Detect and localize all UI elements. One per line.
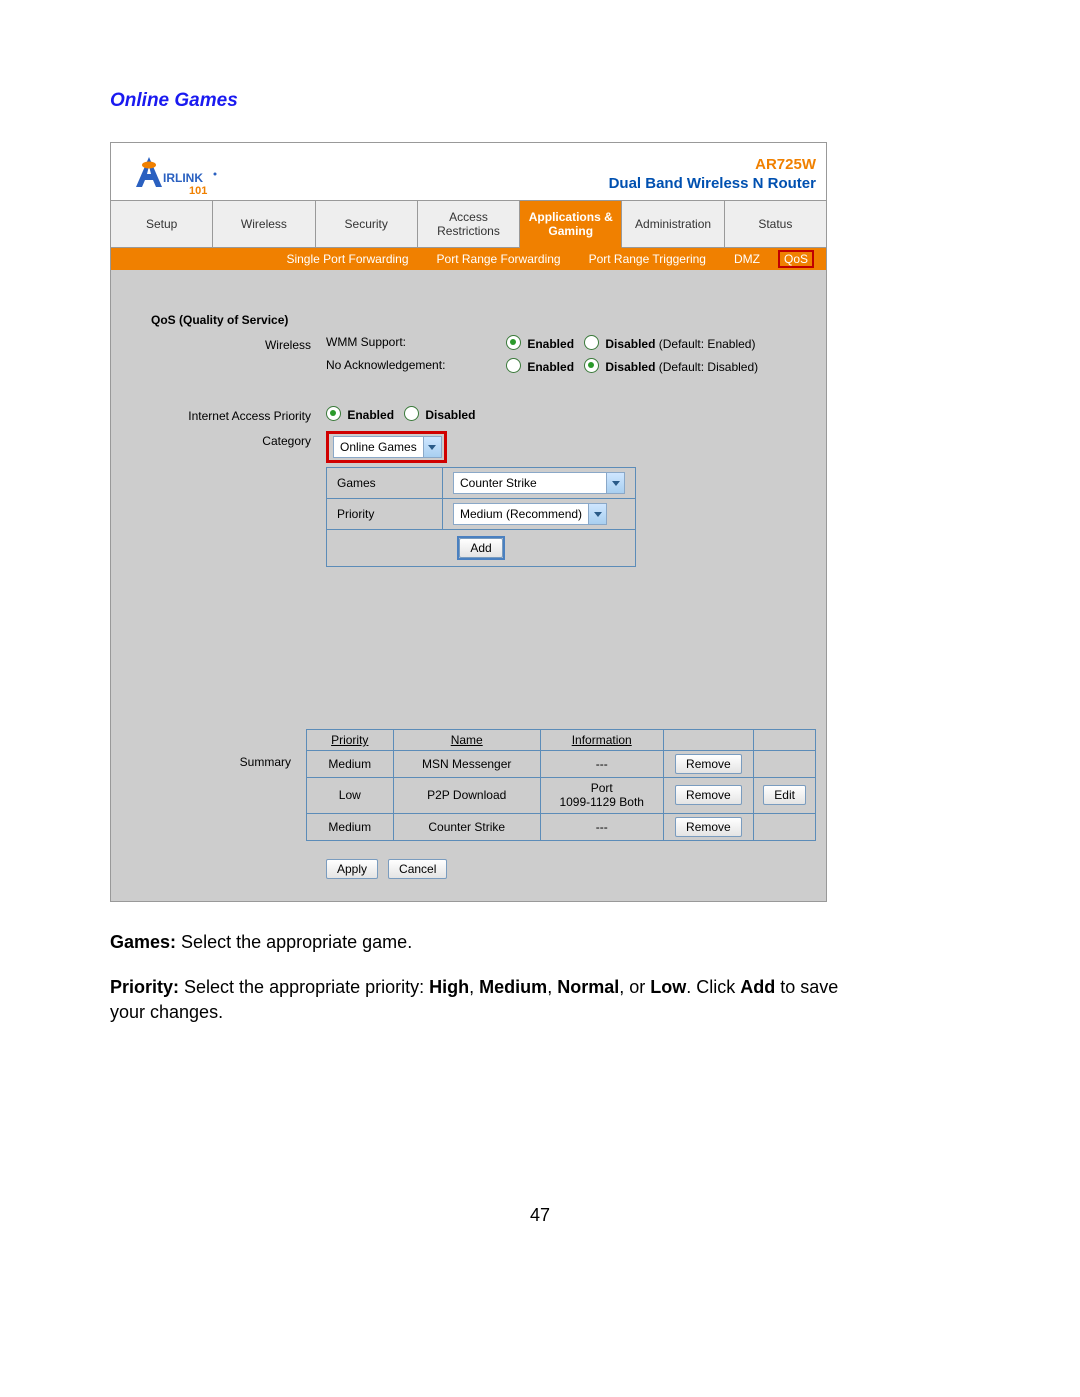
add-button[interactable]: Add bbox=[459, 538, 502, 558]
sep: , bbox=[547, 977, 557, 997]
subnav-qos[interactable]: QoS bbox=[778, 250, 814, 268]
col-name: Name bbox=[393, 730, 540, 751]
remove-button[interactable]: Remove bbox=[675, 817, 742, 837]
cell-priority: Low bbox=[307, 778, 394, 814]
priority-low: Low bbox=[650, 977, 686, 997]
section-title: QoS (Quality of Service) bbox=[151, 313, 288, 327]
cell-name: P2P Download bbox=[393, 778, 540, 814]
subnav-port-range-trig[interactable]: Port Range Triggering bbox=[589, 252, 706, 266]
product-tagline: Dual Band Wireless N Router bbox=[609, 174, 816, 194]
priority-value: Medium (Recommend) bbox=[454, 507, 588, 521]
tab-applications-gaming[interactable]: Applications & Gaming bbox=[520, 201, 622, 248]
main-tabs: Setup Wireless Security Access Restricti… bbox=[111, 200, 826, 248]
summary-table: Priority Name Information Medium MSN Mes… bbox=[306, 729, 816, 841]
noack-enabled-radio[interactable] bbox=[506, 358, 521, 373]
wmm-enabled-text: Enabled bbox=[527, 337, 574, 351]
iap-enabled-text: Enabled bbox=[347, 408, 394, 422]
chevron-down-icon bbox=[423, 437, 441, 457]
priority-desc-text: Select the appropriate priority: bbox=[179, 977, 429, 997]
sep: , bbox=[469, 977, 479, 997]
chevron-down-icon bbox=[606, 473, 624, 493]
cell-priority: Medium bbox=[307, 751, 394, 778]
category-label: Category bbox=[121, 431, 326, 448]
noack-default-text: (Default: Disabled) bbox=[659, 360, 758, 374]
subnav-port-range-fwd[interactable]: Port Range Forwarding bbox=[437, 252, 561, 266]
noack-enabled-text: Enabled bbox=[527, 360, 574, 374]
doc-description: Games: Select the appropriate game. Prio… bbox=[110, 930, 850, 1026]
wireless-label: Wireless bbox=[121, 335, 326, 352]
games-desc-text: Select the appropriate game. bbox=[176, 932, 412, 952]
table-row: Medium MSN Messenger --- Remove bbox=[307, 751, 816, 778]
games-desc-label: Games: bbox=[110, 932, 176, 952]
cell-name: MSN Messenger bbox=[393, 751, 540, 778]
cancel-button[interactable]: Cancel bbox=[388, 859, 447, 879]
iap-enabled-radio[interactable] bbox=[326, 406, 341, 421]
tab-setup[interactable]: Setup bbox=[111, 201, 213, 247]
wmm-support-label: WMM Support: bbox=[326, 335, 506, 351]
iap-disabled-text: Disabled bbox=[425, 408, 475, 422]
priority-label: Priority bbox=[327, 499, 443, 530]
model-number: AR725W bbox=[609, 155, 816, 175]
or: , or bbox=[619, 977, 650, 997]
tab-security[interactable]: Security bbox=[316, 201, 418, 247]
priority-medium: Medium bbox=[479, 977, 547, 997]
tab-wireless[interactable]: Wireless bbox=[213, 201, 315, 247]
page-number: 47 bbox=[110, 1205, 970, 1226]
cell-priority: Medium bbox=[307, 813, 394, 840]
tab-administration[interactable]: Administration bbox=[622, 201, 724, 247]
table-row: Medium Counter Strike --- Remove bbox=[307, 813, 816, 840]
iap-label: Internet Access Priority bbox=[121, 406, 326, 423]
page-heading: Online Games bbox=[110, 90, 970, 112]
category-value: Online Games bbox=[334, 440, 423, 454]
tab-status[interactable]: Status bbox=[725, 201, 826, 247]
table-row: Low P2P Download Port 1099-1129 Both Rem… bbox=[307, 778, 816, 814]
subnav-single-port[interactable]: Single Port Forwarding bbox=[286, 252, 408, 266]
games-label: Games bbox=[327, 468, 443, 499]
apply-button[interactable]: Apply bbox=[326, 859, 378, 879]
subnav-dmz[interactable]: DMZ bbox=[734, 252, 760, 266]
summary-label: Summary bbox=[121, 729, 306, 769]
games-dropdown[interactable]: Counter Strike bbox=[453, 472, 625, 494]
remove-button[interactable]: Remove bbox=[675, 754, 742, 774]
iap-disabled-radio[interactable] bbox=[404, 406, 419, 421]
noack-disabled-text: Disabled bbox=[605, 360, 655, 374]
wmm-disabled-radio[interactable] bbox=[584, 335, 599, 350]
sub-nav: Single Port Forwarding Port Range Forwar… bbox=[111, 248, 826, 270]
wmm-disabled-text: Disabled bbox=[605, 337, 655, 351]
noack-disabled-radio[interactable] bbox=[584, 358, 599, 373]
add-word: Add bbox=[740, 977, 775, 997]
cell-name: Counter Strike bbox=[393, 813, 540, 840]
priority-high: High bbox=[429, 977, 469, 997]
tab-access-restrictions[interactable]: Access Restrictions bbox=[418, 201, 520, 247]
cell-info: --- bbox=[540, 813, 663, 840]
svg-text:101: 101 bbox=[189, 185, 207, 196]
col-information: Information bbox=[540, 730, 663, 751]
games-value: Counter Strike bbox=[454, 476, 543, 490]
edit-button[interactable]: Edit bbox=[763, 785, 806, 805]
cell-info: Port 1099-1129 Both bbox=[540, 778, 663, 814]
priority-normal: Normal bbox=[557, 977, 619, 997]
svg-text:IRLINK: IRLINK bbox=[163, 171, 203, 185]
priority-desc-label: Priority: bbox=[110, 977, 179, 997]
noack-label: No Acknowledgement: bbox=[326, 358, 506, 374]
category-dropdown[interactable]: Online Games bbox=[333, 436, 442, 458]
wmm-enabled-radio[interactable] bbox=[506, 335, 521, 350]
priority-dropdown[interactable]: Medium (Recommend) bbox=[453, 503, 607, 525]
router-admin-panel: IRLINK 101 AR725W Dual Band Wireless N R… bbox=[110, 142, 827, 902]
cell-info: --- bbox=[540, 751, 663, 778]
chevron-down-icon bbox=[588, 504, 606, 524]
remove-button[interactable]: Remove bbox=[675, 785, 742, 805]
period: . Click bbox=[686, 977, 740, 997]
col-priority: Priority bbox=[307, 730, 394, 751]
wmm-default-text: (Default: Enabled) bbox=[659, 337, 756, 351]
airlink-logo: IRLINK 101 bbox=[121, 152, 231, 196]
